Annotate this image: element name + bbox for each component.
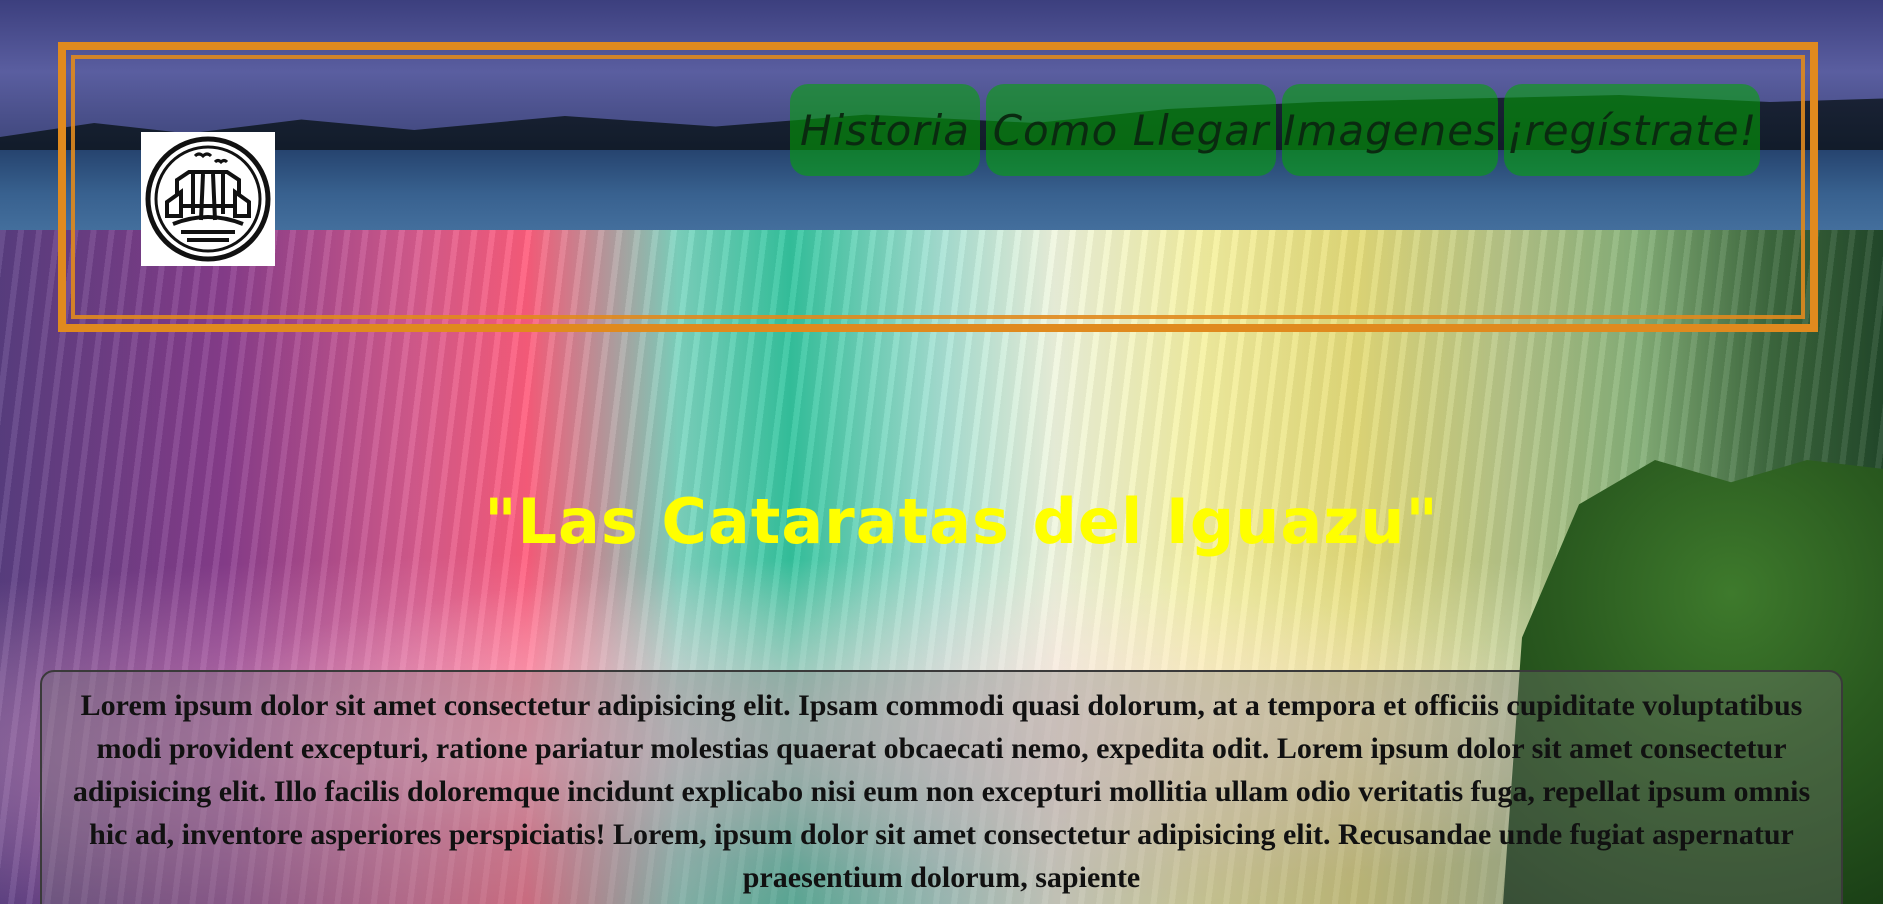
nav-item-como-llegar[interactable]: Como Llegar [986, 84, 1276, 176]
content-paragraph: Lorem ipsum dolor sit amet consectetur a… [72, 689, 1811, 894]
site-logo[interactable] [141, 132, 275, 266]
site-header: Historia Como Llegar Imagenes ¡regístrat… [58, 42, 1818, 332]
nav-item-registrate[interactable]: ¡regístrate! [1504, 84, 1760, 176]
page-title: "Las Cataratas del Iguazu" [484, 485, 1439, 558]
nav-item-historia[interactable]: Historia [790, 84, 980, 176]
content-panel: Lorem ipsum dolor sit amet consectetur a… [40, 670, 1843, 904]
nav-item-imagenes[interactable]: Imagenes [1282, 84, 1498, 176]
main-nav: Historia Como Llegar Imagenes ¡regístrat… [790, 84, 1760, 176]
waterfall-emblem-icon [145, 136, 271, 262]
